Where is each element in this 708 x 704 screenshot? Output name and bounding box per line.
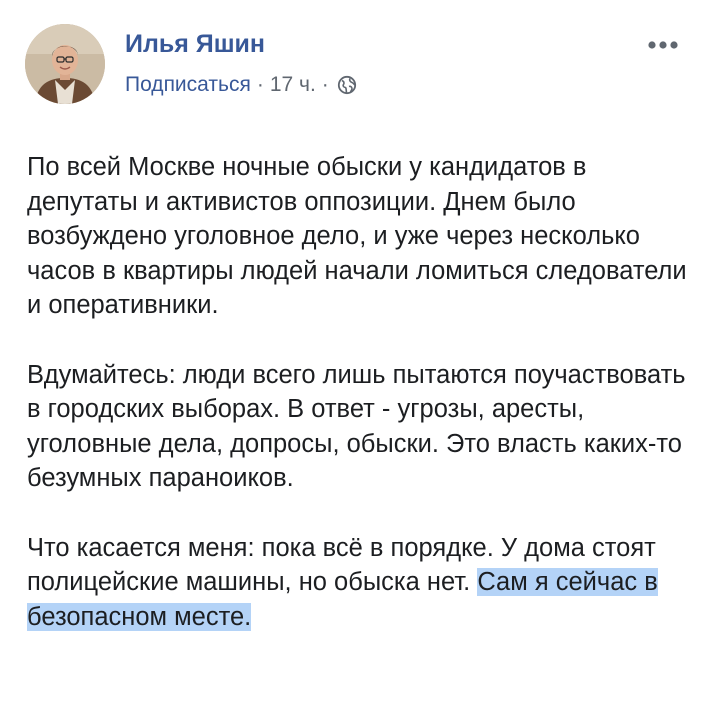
meta-separator: · — [321, 73, 329, 96]
post-timestamp[interactable]: 17 ч. — [270, 73, 316, 97]
author-name-link[interactable]: Илья Яшин — [125, 30, 265, 59]
meta-separator: · — [256, 73, 264, 96]
globe-icon[interactable] — [337, 75, 357, 95]
post-paragraph: Вдумайтесь: люди всего лишь пытаются поу… — [27, 360, 686, 493]
post-paragraph: Что касается меня: пока всё в порядке. У… — [27, 531, 692, 635]
more-options-button[interactable] — [644, 33, 684, 57]
author-avatar[interactable] — [25, 24, 105, 104]
post-text: По всей Москве ночные обыски у кандидато… — [27, 150, 692, 634]
post-paragraph: По всей Москве ночные обыски у кандидато… — [27, 153, 687, 320]
facebook-post: Илья Яшин Подписаться · 17 ч. · По всей … — [0, 0, 708, 704]
post-meta: Подписаться · 17 ч. · — [125, 73, 357, 97]
more-dots-icon — [648, 41, 678, 49]
subscribe-link[interactable]: Подписаться — [125, 73, 251, 97]
